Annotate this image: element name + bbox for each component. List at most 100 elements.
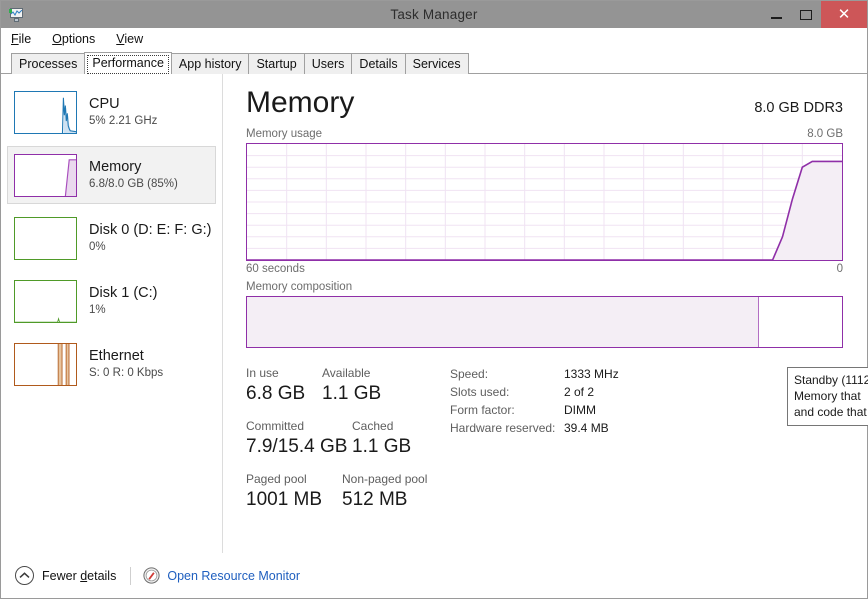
stat-committed: Committed 7.9/15.4 GB [246,418,348,459]
spec-hardware-reserved-value: 39.4 MB [564,421,609,435]
sidebar-cpu-sub: 5% 2.21 GHz [89,114,158,127]
minimize-button[interactable] [761,1,791,28]
spec-form-factor-value: DIMM [564,403,596,417]
memory-composition-bar[interactable] [246,296,843,348]
page-title: Memory [246,86,355,119]
status-separator [130,566,132,585]
stat-available-value: 1.1 GB [322,383,382,404]
stat-committed-value: 7.9/15.4 GB [246,436,348,457]
sidebar-item-memory-label: Memory 6.8/8.0 GB (85%) [89,159,178,192]
stat-available: Available 1.1 GB [322,365,381,406]
tab-processes[interactable]: Processes [11,53,86,74]
memory-spec-summary: 8.0 GB DDR3 [754,100,843,116]
resource-sidebar: CPU 5% 2.21 GHz Memory 6.8/8.0 GB (85%) [1,74,223,553]
stat-in-use-value: 6.8 GB [246,383,306,404]
maximize-button[interactable] [791,1,821,28]
spec-speed-value: 1333 MHz [564,367,619,381]
sidebar-item-ethernet-label: Ethernet S: 0 R: 0 Kbps [89,348,163,381]
chevron-up-circle-icon [15,566,34,585]
sidebar-memory-title: Memory [89,158,142,175]
stat-non-paged-pool: Non-paged pool 512 MB [342,471,427,512]
stat-in-use-label: In use [246,366,279,380]
stat-row-2: Committed 7.9/15.4 GB Cached 1.1 GB [246,418,442,459]
resource-monitor-label: Open Resource Monitor [167,568,301,583]
minimize-icon [770,16,782,19]
menu-item-view[interactable]: View [116,32,143,46]
task-manager-window: Task Manager ✕ File Options View Process… [0,0,868,599]
fewer-details-button[interactable]: Fewer details [15,566,116,585]
memory-usage-plot [247,144,842,260]
content-area: CPU 5% 2.21 GHz Memory 6.8/8.0 GB (85%) [1,74,867,553]
sidebar-disk0-title: Disk 0 (D: E: F: G:) [89,221,212,238]
memory-mini-graph [14,153,77,197]
open-resource-monitor-link[interactable]: Open Resource Monitor [143,567,300,584]
sidebar-item-cpu[interactable]: CPU 5% 2.21 GHz [7,83,216,141]
menu-item-file[interactable]: File [11,32,31,46]
sidebar-item-disk-1[interactable]: Disk 1 (C:) 1% [7,272,216,330]
stat-committed-label: Committed [246,419,305,433]
sidebar-item-disk-1-label: Disk 1 (C:) 1% [89,285,157,318]
tab-users[interactable]: Users [303,53,353,74]
tooltip-line-2: Memory that [794,389,861,403]
spec-slots-key: Slots used: [450,385,510,399]
ethernet-mini-graph [14,342,77,386]
spec-slots-value: 2 of 2 [564,385,595,399]
stat-cached-value: 1.1 GB [352,436,412,457]
window-title: Task Manager [390,7,478,22]
close-button[interactable]: ✕ [821,1,867,28]
maximize-icon [800,9,812,20]
memory-composition-header: Memory composition [246,281,843,293]
sidebar-disk0-sub: 0% [89,240,106,253]
tab-performance-label: Performance [92,56,164,70]
memory-composition-label: Memory composition [246,281,353,293]
tab-app-history[interactable]: App history [170,53,250,74]
tab-performance[interactable]: Performance [84,52,172,74]
sidebar-item-ethernet[interactable]: Ethernet S: 0 R: 0 Kbps [7,335,216,393]
stat-paged-pool-label: Paged pool [246,472,307,486]
disk1-mini-graph [14,279,77,323]
sidebar-item-disk-0-label: Disk 0 (D: E: F: G:) 0% [89,222,211,255]
sidebar-memory-sub: 6.8/8.0 GB (85%) [89,177,178,190]
close-icon: ✕ [837,5,851,23]
stat-paged-pool: Paged pool 1001 MB [246,471,322,512]
fewer-details-label: Fewer details [42,568,117,583]
menu-bar: File Options View [1,28,867,51]
spec-speed-key: Speed: [450,367,489,381]
memory-usage-axis: 60 seconds 0 [246,263,843,275]
tab-strip: Processes Performance App history Startu… [1,51,867,74]
memory-statistics: In use 6.8 GB Available 1.1 GB Committed… [246,365,843,524]
tab-services[interactable]: Services [404,53,469,74]
memory-usage-graph [246,143,843,261]
memory-detail-panel: Memory 8.0 GB DDR3 Memory usage 8.0 GB 6… [223,74,867,553]
memory-usage-header: Memory usage 8.0 GB [246,128,843,140]
menu-item-options[interactable]: Options [52,32,95,46]
stat-in-use: In use 6.8 GB [246,365,322,406]
stat-paged-pool-value: 1001 MB [246,489,323,510]
resource-monitor-icon [143,567,160,584]
memory-stats-left: In use 6.8 GB Available 1.1 GB Committed… [246,365,442,524]
tab-details[interactable]: Details [351,53,406,74]
memory-composition-in-use-segment[interactable] [247,297,759,347]
sidebar-item-memory[interactable]: Memory 6.8/8.0 GB (85%) [7,146,216,204]
memory-hardware-specs: Speed: 1333 MHz Slots used: 2 of 2 Form … [450,365,619,524]
stat-non-paged-pool-label: Non-paged pool [342,472,428,486]
stat-available-label: Available [322,366,371,380]
status-bar: Fewer details Open Resource Monitor [1,553,867,598]
stat-row-1: In use 6.8 GB Available 1.1 GB [246,365,442,406]
stat-cached-label: Cached [352,419,394,433]
panel-header: Memory 8.0 GB DDR3 [246,86,843,120]
sidebar-ethernet-sub: S: 0 R: 0 Kbps [89,366,164,379]
sidebar-ethernet-title: Ethernet [89,347,144,364]
stat-cached: Cached 1.1 GB [352,418,411,459]
task-manager-monitor-icon [9,7,25,23]
sidebar-disk1-title: Disk 1 (C:) [89,284,158,301]
cpu-mini-graph [14,90,77,134]
memory-usage-label: Memory usage [246,128,323,140]
sidebar-item-disk-0[interactable]: Disk 0 (D: E: F: G:) 0% [7,209,216,267]
stat-row-3: Paged pool 1001 MB Non-paged pool 512 MB [246,471,442,512]
tab-startup[interactable]: Startup [248,53,305,74]
standby-memory-tooltip: Standby (1112 Memory that and code that [787,367,868,426]
sidebar-disk1-sub: 1% [89,303,106,316]
window-controls: ✕ [761,1,867,28]
sidebar-cpu-title: CPU [89,95,120,112]
